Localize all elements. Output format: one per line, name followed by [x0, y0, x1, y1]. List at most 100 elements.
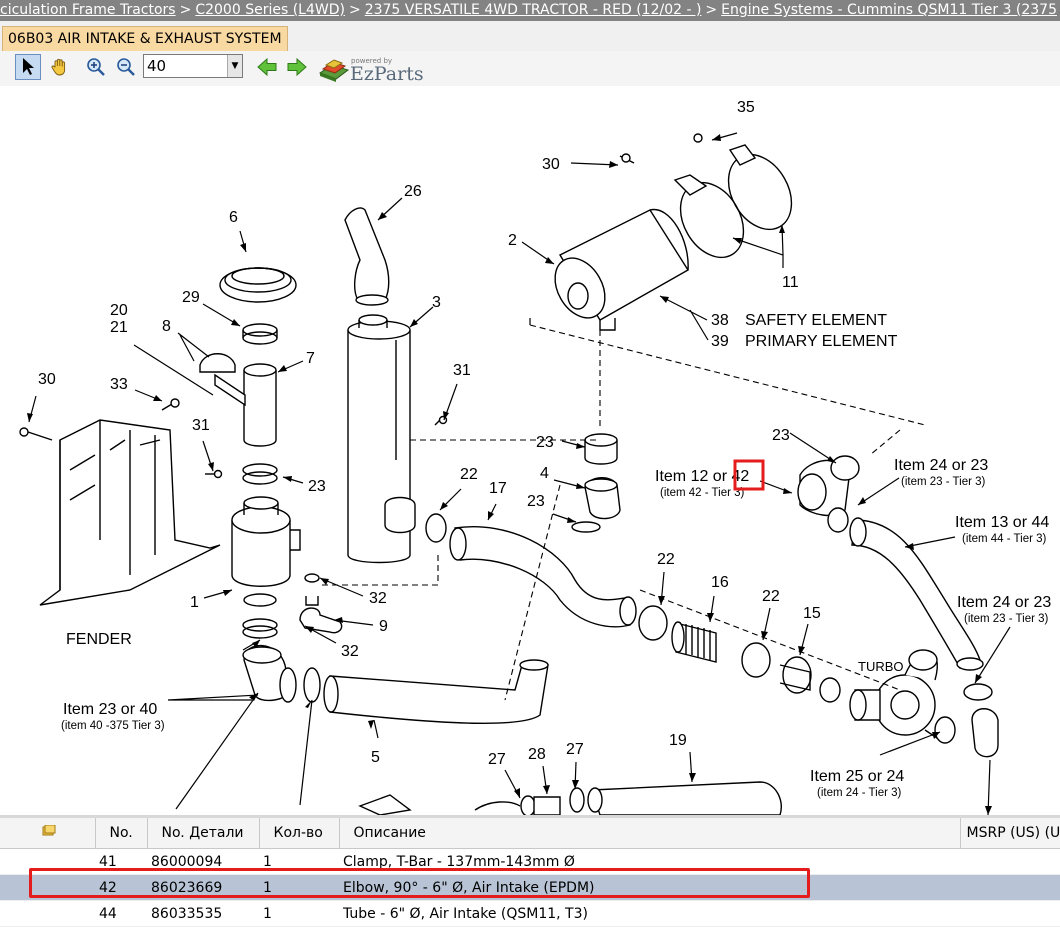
zoom-level-select[interactable]: 40 ▼: [143, 54, 243, 78]
label-27b[interactable]: 27: [566, 741, 584, 758]
elbow-42[interactable]: [797, 455, 860, 517]
cell-description: Tube - 6" Ø, Air Intake (QSM11, T3): [339, 900, 960, 927]
label-19[interactable]: 19: [669, 732, 687, 749]
label-26[interactable]: 26: [404, 183, 422, 200]
column-qty[interactable]: Кол-во: [259, 818, 340, 849]
breadcrumb-articulation-frame-tractors[interactable]: ciculation Frame Tractors: [0, 2, 176, 18]
zoom-out-button[interactable]: [113, 54, 139, 80]
table-row[interactable]: 44 86033535 1 Tube - 6" Ø, Air Intake (Q…: [0, 900, 1060, 927]
callout-item-12-sub: (item 42 - Tier 3): [660, 487, 745, 499]
column-icon[interactable]: [0, 818, 96, 849]
row-marker: [0, 874, 95, 901]
breadcrumb-c2000-series[interactable]: C2000 Series (L4WD): [195, 2, 345, 18]
cell-description: Elbow, 90° - 6" Ø, Air Intake (EPDM): [339, 874, 960, 901]
label-15[interactable]: 15: [803, 605, 821, 622]
label-33[interactable]: 33: [110, 376, 128, 393]
breadcrumb-separator: >: [179, 2, 192, 18]
exploded-view-drawing: 35 30 26 6 2 11 3 29 20 21 8 7 38 39 SAF…: [19, 99, 1051, 815]
label-8[interactable]: 8: [162, 318, 171, 335]
label-22c[interactable]: 22: [762, 588, 780, 605]
label-35[interactable]: 35: [737, 99, 755, 116]
label-16[interactable]: 16: [711, 574, 729, 591]
tab-air-intake-exhaust[interactable]: 06B03 AIR INTAKE & EXHAUST SYSTEM: [2, 26, 288, 52]
label-23d[interactable]: 23: [527, 493, 545, 510]
bellows-16[interactable]: [671, 621, 717, 663]
notes-icon: [42, 824, 56, 836]
zoom-in-icon: [87, 58, 105, 76]
breadcrumb-separator: >: [705, 2, 718, 18]
next-button[interactable]: [284, 54, 310, 80]
callout-item-24-right-sub: (item 23 - Tier 3): [964, 613, 1049, 625]
label-safety-element: SAFETY ELEMENT: [745, 312, 887, 329]
callout-item-13-or-44[interactable]: Item 13 or 44: [955, 514, 1049, 531]
band-clamps[interactable]: [668, 143, 804, 268]
label-9[interactable]: 9: [379, 618, 388, 635]
label-21[interactable]: 21: [110, 319, 128, 336]
label-27a[interactable]: 27: [488, 751, 506, 768]
label-22b[interactable]: 22: [657, 551, 675, 568]
muffler-3[interactable]: [347, 314, 416, 564]
table-header: No. No. Детали Кол-во Описание MSRP (US)…: [0, 818, 1060, 849]
label-2[interactable]: 2: [508, 232, 517, 249]
exhaust-elbow-26[interactable]: [344, 207, 390, 306]
parts-diagram[interactable]: 35 30 26 6 2 11 3 29 20 21 8 7 38 39 SAF…: [0, 86, 1060, 815]
pan-hand-button[interactable]: [47, 54, 73, 80]
label-32b[interactable]: 32: [341, 643, 359, 660]
label-4[interactable]: 4: [540, 465, 549, 482]
hand-icon: [51, 58, 66, 76]
row-marker: [0, 848, 95, 875]
callout-item-25-or-24[interactable]: Item 25 or 24: [810, 768, 904, 785]
cell-part-number: 86023669: [147, 874, 259, 901]
tube-7[interactable]: [243, 363, 277, 447]
zoom-in-button[interactable]: [83, 54, 109, 80]
hose-17[interactable]: [425, 513, 637, 628]
air-cleaner-housing[interactable]: [545, 208, 689, 331]
label-28[interactable]: 28: [528, 746, 546, 763]
label-6[interactable]: 6: [229, 209, 238, 226]
table-row-selected[interactable]: 42 86023669 1 Elbow, 90° - 6" Ø, Air Int…: [0, 874, 1060, 901]
label-7[interactable]: 7: [306, 350, 315, 367]
row-marker: [0, 900, 95, 927]
label-17[interactable]: 17: [489, 480, 507, 497]
label-23a[interactable]: 23: [536, 434, 554, 451]
breadcrumb-engine-systems[interactable]: Engine Systems - Cummins QSM11 Tier 3 (2…: [721, 2, 1057, 18]
pre-cleaner-1[interactable]: [231, 496, 301, 587]
label-23b[interactable]: 23: [772, 427, 790, 444]
select-pointer-button[interactable]: [15, 54, 41, 80]
cell-qty: 1: [259, 874, 339, 901]
label-1[interactable]: 1: [190, 594, 199, 611]
column-description[interactable]: Описание: [339, 818, 961, 849]
label-29[interactable]: 29: [182, 289, 200, 306]
column-no[interactable]: No.: [95, 818, 148, 849]
label-38[interactable]: 38: [711, 312, 729, 329]
callout-item-23-or-40[interactable]: Item 23 or 40: [63, 701, 157, 718]
pre-cleaner-cap-6[interactable]: [219, 267, 297, 303]
callout-item-24-or-23-top[interactable]: Item 24 or 23: [894, 457, 988, 474]
elbow-tube-5[interactable]: [242, 644, 549, 725]
fender[interactable]: [39, 419, 221, 606]
label-31a[interactable]: 31: [453, 362, 471, 379]
label-32a[interactable]: 32: [369, 590, 387, 607]
label-22a[interactable]: 22: [460, 466, 478, 483]
label-30[interactable]: 30: [542, 156, 560, 173]
logo-name: EzParts: [350, 63, 424, 85]
breadcrumb-separator: >: [348, 2, 361, 18]
callout-item-24-or-23-right[interactable]: Item 24 or 23: [957, 594, 1051, 611]
chevron-down-icon[interactable]: ▼: [227, 55, 242, 77]
callout-item-25-sub: (item 24 - Tier 3): [817, 787, 902, 799]
label-30b[interactable]: 30: [38, 371, 56, 388]
table-row[interactable]: 41 86000094 1 Clamp, T-Bar - 137mm-143mm…: [0, 848, 1060, 875]
breadcrumb-2375-versatile[interactable]: 2375 VERSATILE 4WD TRACTOR - RED (12/02 …: [365, 2, 702, 18]
label-23c[interactable]: 23: [308, 478, 326, 495]
label-11[interactable]: 11: [782, 274, 799, 291]
column-msrp[interactable]: MSRP (US) (U: [960, 818, 1060, 849]
label-5[interactable]: 5: [371, 749, 380, 766]
column-part-number[interactable]: No. Детали: [147, 818, 260, 849]
label-3[interactable]: 3: [432, 294, 441, 311]
callout-item-13-sub: (item 44 - Tier 3): [962, 533, 1047, 545]
label-31b[interactable]: 31: [192, 417, 210, 434]
cell-qty: 1: [259, 848, 339, 875]
label-20[interactable]: 20: [110, 302, 128, 319]
label-39[interactable]: 39: [711, 333, 729, 350]
previous-button[interactable]: [254, 54, 280, 80]
